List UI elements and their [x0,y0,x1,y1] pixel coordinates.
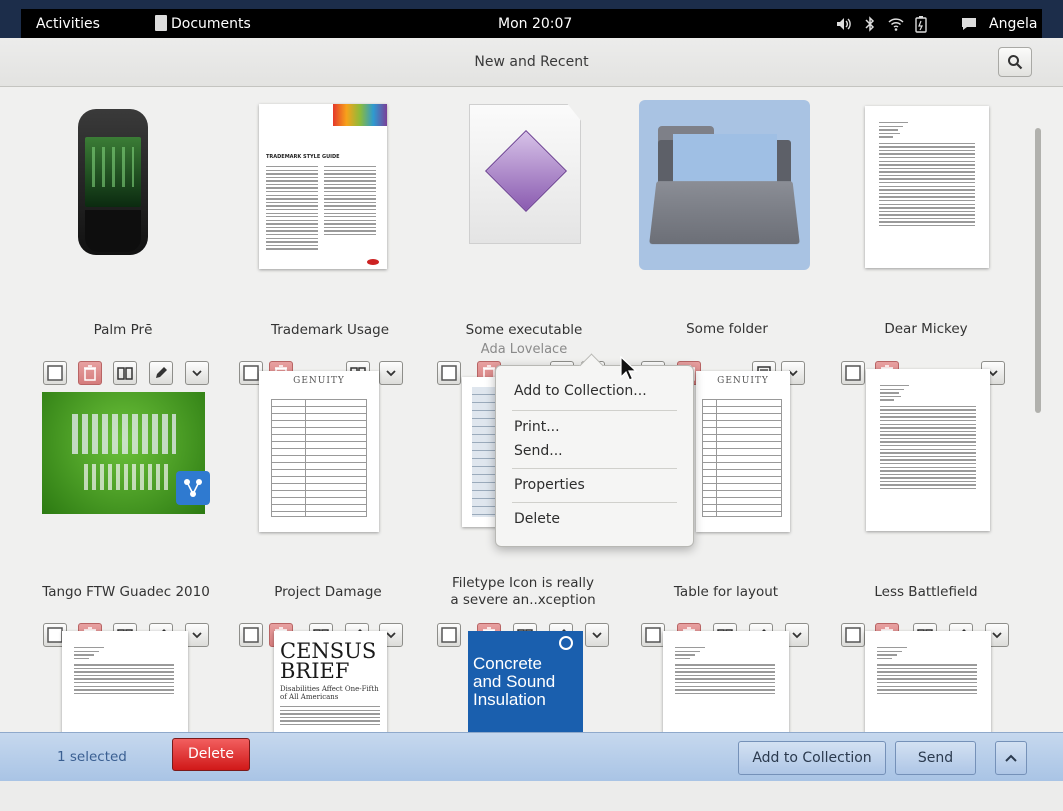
select-checkbox[interactable] [239,623,263,647]
battery-icon[interactable] [914,9,928,39]
add-to-collection-button[interactable]: Add to Collection [738,741,886,775]
letter-thumbnail[interactable] [62,631,188,732]
document-title[interactable]: Less Battlefield [826,584,1026,601]
trademark-thumbnail[interactable]: TRADEMARK STYLE GUIDE [259,104,387,269]
window-bottom-edge [0,781,1063,811]
share-badge [176,471,210,505]
chevron-down-icon [192,370,202,377]
trash-icon [84,365,96,381]
dear-mickey-thumbnail[interactable] [865,106,989,268]
document-title-line[interactable]: Filetype Icon is really [423,575,623,592]
more-options-button[interactable] [185,361,209,385]
menu-item-add-to-collection[interactable]: Add to Collection... [514,383,647,399]
select-checkbox[interactable] [641,623,665,647]
thumb-title: CENSUS [280,639,377,663]
chat-icon[interactable] [961,9,977,39]
menu-item-print[interactable]: Print... [514,419,560,435]
header-bar: New and Recent [0,38,1063,87]
palm-pre-thumbnail[interactable] [78,107,148,257]
document-title[interactable]: Table for layout [626,584,826,601]
census-brief-thumbnail[interactable]: CENSUS BRIEF Disabilities Affect One-Fif… [274,631,387,732]
share-icon [184,479,202,497]
wifi-icon[interactable] [888,9,904,39]
document-title[interactable]: Dear Mickey [826,321,1026,338]
menu-item-properties[interactable]: Properties [514,477,585,493]
letter-thumbnail[interactable] [663,631,789,732]
more-options-button[interactable] [585,623,609,647]
document-title-line[interactable]: a severe an..xception [423,592,623,609]
delete-button[interactable]: Delete [172,738,250,771]
menu-separator [512,502,677,503]
user-menu[interactable]: Angela [989,9,1037,39]
thumb-header: GENUITY [293,376,345,386]
vertical-scrollbar[interactable] [1033,128,1043,732]
mouse-cursor-icon [620,356,638,381]
executable-thumbnail[interactable] [469,104,581,244]
context-menu: Add to Collection... Print... Send... Pr… [495,353,694,547]
table-layout-thumbnail[interactable]: GENUITY [696,371,790,532]
app-name: Documents [171,16,251,32]
activities-button[interactable]: Activities [36,9,100,39]
document-title[interactable]: Tango FTW Guadec 2010 [26,584,226,601]
scrollbar-thumb[interactable] [1035,128,1041,413]
more-options-button[interactable] [185,623,209,647]
menu-separator [512,410,677,411]
selection-toolbar: 1 selected Delete Add to Collection Send [0,732,1063,781]
thumb-subtitle: Disabilities Affect One-Fifth of All Ame… [280,685,379,701]
send-button[interactable]: Send [895,741,976,775]
app-menu[interactable]: Documents [155,9,251,39]
select-checkbox[interactable] [437,361,461,385]
menu-separator [512,468,677,469]
document-title[interactable]: Some folder [627,321,827,338]
chevron-down-icon [386,370,396,377]
thumb-title: and Sound [473,672,556,691]
thumb-title: BRIEF [280,659,350,683]
document-author: Ada Lovelace [480,342,568,357]
top-bar: Activities Documents Mon 20:07 Angela [21,9,1042,39]
open-book-button[interactable] [113,361,137,385]
thumb-title: Insulation [473,690,546,709]
select-checkbox[interactable] [437,623,461,647]
chevron-down-icon [192,632,202,639]
search-icon [1008,55,1023,70]
bluetooth-icon[interactable] [865,9,875,39]
documents-app-icon [155,15,167,31]
chevron-up-icon [1005,754,1017,762]
document-title[interactable]: Some executable [424,322,624,339]
book-icon [117,367,133,380]
edit-button[interactable] [149,361,173,385]
expand-toolbar-button[interactable] [995,741,1027,775]
concrete-insulation-thumbnail[interactable]: Concrete and Sound Insulation [468,631,583,732]
letter-thumbnail[interactable] [865,631,991,732]
thumb-heading: TRADEMARK STYLE GUIDE [266,154,340,160]
folder-thumbnail[interactable] [639,100,810,270]
more-options-button[interactable] [379,361,403,385]
menu-item-send[interactable]: Send... [514,443,563,459]
document-title[interactable]: Project Damage [228,584,428,601]
volume-icon[interactable] [836,9,852,39]
trash-button[interactable] [78,361,102,385]
chevron-down-icon [792,632,802,639]
thumb-title: Concrete [473,654,542,673]
less-battlefield-thumbnail[interactable] [866,369,990,531]
select-checkbox[interactable] [841,361,865,385]
menu-item-delete[interactable]: Delete [514,511,560,527]
document-title[interactable]: Trademark Usage [230,322,430,339]
select-checkbox[interactable] [43,361,67,385]
selection-count: 1 selected [57,749,127,765]
thumb-header: GENUITY [717,376,769,386]
document-title[interactable]: Palm Prē [23,322,223,339]
chevron-down-icon [992,632,1002,639]
select-checkbox[interactable] [841,623,865,647]
project-damage-thumbnail[interactable]: GENUITY [259,371,379,532]
chevron-down-icon [592,632,602,639]
search-button[interactable] [998,47,1032,77]
pencil-icon [156,367,167,378]
clock[interactable]: Mon 20:07 [498,9,572,39]
page-title: New and Recent [474,54,589,70]
